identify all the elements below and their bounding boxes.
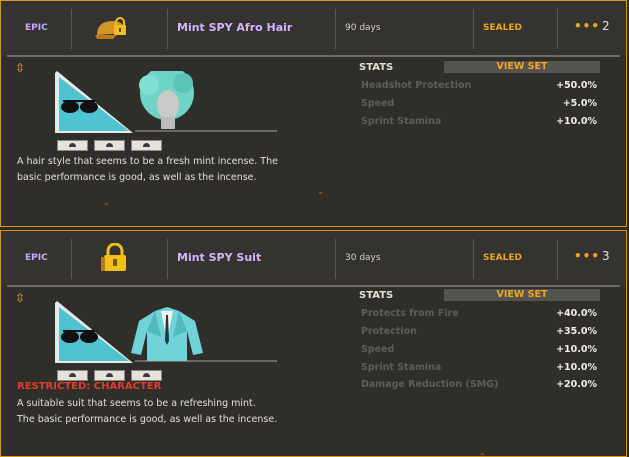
- item-header: EPIC Mint SPY Afro Hair 90 days SEALED •…: [1, 1, 626, 56]
- stat-name: Protects from Fire: [361, 308, 459, 319]
- stat-value: +35.0%: [556, 326, 597, 337]
- stat-name: Speed: [361, 344, 395, 355]
- header-underline: [7, 55, 620, 57]
- grade-label: EPIC: [25, 23, 48, 33]
- item-card-suit[interactable]: EPIC Mint SPY Suit 30 days SEALED ••• 3 ⇳: [0, 230, 627, 457]
- stat-name: Sprint Stamina: [361, 116, 442, 127]
- item-preview: [55, 71, 277, 133]
- divider: [167, 239, 168, 279]
- slot-icon: [131, 140, 162, 151]
- stat-row: Protects from Fire +40.0%: [361, 308, 597, 322]
- stat-name: Damage Reduction (SMG): [361, 379, 499, 390]
- divider: [71, 9, 72, 49]
- description-line: A suitable suit that seems to be a refre…: [17, 398, 256, 409]
- stat-row: Protection +35.0%: [361, 326, 597, 340]
- slot-icon: [94, 370, 125, 381]
- stat-row: Speed +10.0%: [361, 344, 597, 358]
- divider: [473, 239, 474, 279]
- stats-label: STATS: [359, 62, 394, 73]
- slot-icon: [57, 370, 88, 381]
- description-line: basic performance is good, as well as th…: [17, 172, 257, 183]
- restriction-warning: RESTRICTED: CHARACTER: [17, 381, 162, 392]
- view-set-button[interactable]: VIEW SET: [444, 289, 600, 301]
- more-options-button[interactable]: ••• 3: [574, 249, 611, 263]
- divider: [335, 239, 336, 279]
- slot-icon: [94, 140, 125, 151]
- stat-value: +20.0%: [556, 379, 597, 390]
- stat-row: Sprint Stamina +10.0%: [361, 362, 597, 376]
- stat-name: Speed: [361, 98, 395, 109]
- item-name: Mint SPY Suit: [177, 251, 262, 264]
- item-description: A hair style that seems to be a fresh mi…: [17, 154, 317, 186]
- more-options-button[interactable]: ••• 2: [574, 19, 611, 33]
- divider: [335, 9, 336, 49]
- item-count: 2: [602, 19, 611, 33]
- divider: [557, 239, 558, 279]
- stat-value: +5.0%: [562, 98, 597, 109]
- stat-name: Headshot Protection: [361, 80, 472, 91]
- item-name: Mint SPY Afro Hair: [177, 21, 293, 34]
- lock-icon: [101, 243, 126, 271]
- stat-row: Headshot Protection +50.0%: [361, 80, 597, 94]
- slot-icon: [57, 140, 88, 151]
- stat-row: Speed +5.0%: [361, 98, 597, 112]
- stat-value: +50.0%: [556, 80, 597, 91]
- stat-value: +10.0%: [556, 362, 597, 373]
- slot-row: [57, 136, 168, 155]
- header-underline: [7, 285, 620, 287]
- duration-label: 90 days: [345, 23, 381, 33]
- divider: [557, 9, 558, 49]
- view-set-button[interactable]: VIEW SET: [444, 61, 600, 73]
- afro-hair-icon: [139, 71, 194, 129]
- item-preview: [55, 301, 277, 363]
- up-down-arrow-icon[interactable]: ⇳: [15, 62, 25, 74]
- stat-value: +10.0%: [556, 116, 597, 127]
- slot-icon: [131, 370, 162, 381]
- cap-lock-icon: [95, 17, 126, 39]
- stat-row: Damage Reduction (SMG) +20.0%: [361, 379, 597, 393]
- status-sealed: SEALED: [483, 253, 522, 263]
- up-down-arrow-icon[interactable]: ⇳: [15, 292, 25, 304]
- status-sealed: SEALED: [483, 23, 522, 33]
- description-line: The basic performance is good, as well a…: [17, 414, 278, 425]
- item-card-hair[interactable]: EPIC Mint SPY Afro Hair 90 days SEALED •…: [0, 0, 627, 227]
- description-line: A hair style that seems to be a fresh mi…: [17, 156, 278, 167]
- duration-label: 30 days: [345, 253, 381, 263]
- item-count: 3: [602, 249, 611, 263]
- stats-label: STATS: [359, 290, 394, 301]
- item-header: EPIC Mint SPY Suit 30 days SEALED ••• 3: [1, 231, 626, 286]
- stat-name: Protection: [361, 326, 417, 337]
- stat-row: Sprint Stamina +10.0%: [361, 116, 597, 130]
- divider: [71, 239, 72, 279]
- grade-label: EPIC: [25, 253, 48, 263]
- item-description: A suitable suit that seems to be a refre…: [17, 396, 317, 428]
- divider: [473, 9, 474, 49]
- suit-jacket-icon: [131, 307, 203, 361]
- divider: [167, 9, 168, 49]
- stat-name: Sprint Stamina: [361, 362, 442, 373]
- stat-value: +10.0%: [556, 344, 597, 355]
- stat-value: +40.0%: [556, 308, 597, 319]
